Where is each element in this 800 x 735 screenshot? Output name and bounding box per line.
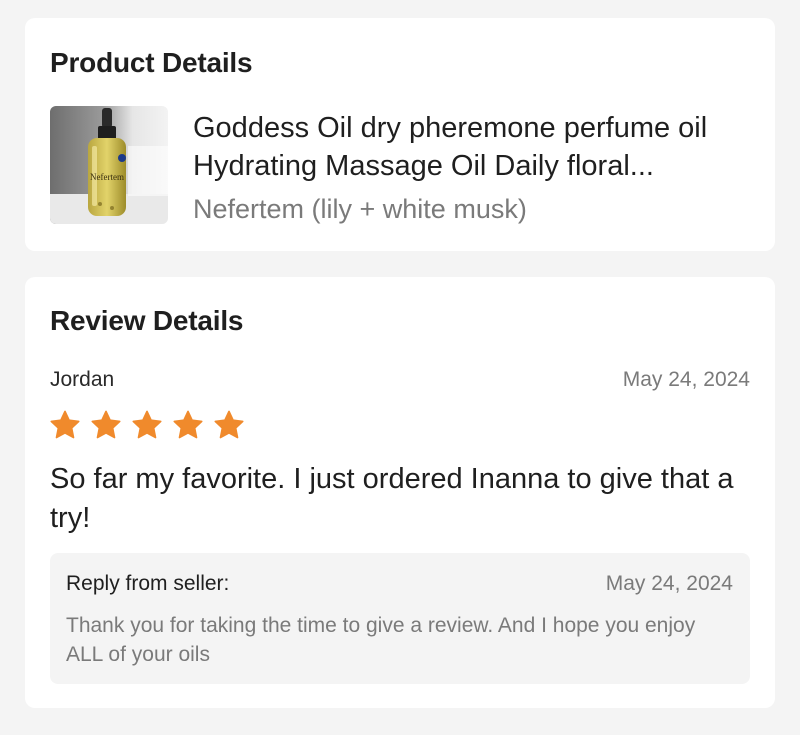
review-date: May 24, 2024 bbox=[622, 368, 750, 391]
reply-label: Reply from seller: bbox=[66, 572, 230, 595]
product-details-title: Product Details bbox=[50, 47, 253, 78]
reply-text: Thank you for taking the time to give a … bbox=[66, 614, 696, 666]
reply-date: May 24, 2024 bbox=[605, 572, 733, 595]
reviewer-name: Jordan bbox=[50, 368, 115, 391]
svg-text:Nefertem: Nefertem bbox=[90, 172, 124, 182]
perfume-bottle-image: Nefertem bbox=[50, 106, 168, 224]
star-icon bbox=[132, 410, 162, 439]
review-text: So far my favorite. I just ordered Inann… bbox=[50, 463, 734, 534]
product-image[interactable]: Nefertem bbox=[50, 106, 168, 224]
star-icon bbox=[50, 410, 80, 439]
product-variant: Nefertem (lily + white musk) bbox=[193, 194, 527, 224]
product-name[interactable]: Goddess Oil dry pheremone perfume oil Hy… bbox=[193, 109, 753, 185]
review-details-card: Review Details Jordan May 24, 2024 So fa… bbox=[25, 277, 775, 708]
star-icon bbox=[214, 410, 244, 439]
product-details-card: Product Details Nefertem Goddess Oil dry… bbox=[25, 18, 775, 251]
seller-reply: Reply from seller: May 24, 2024 Thank yo… bbox=[50, 553, 750, 684]
star-icon bbox=[173, 410, 203, 439]
star-icon bbox=[91, 410, 121, 439]
star-rating bbox=[49, 409, 245, 441]
review-details-title: Review Details bbox=[50, 305, 244, 336]
